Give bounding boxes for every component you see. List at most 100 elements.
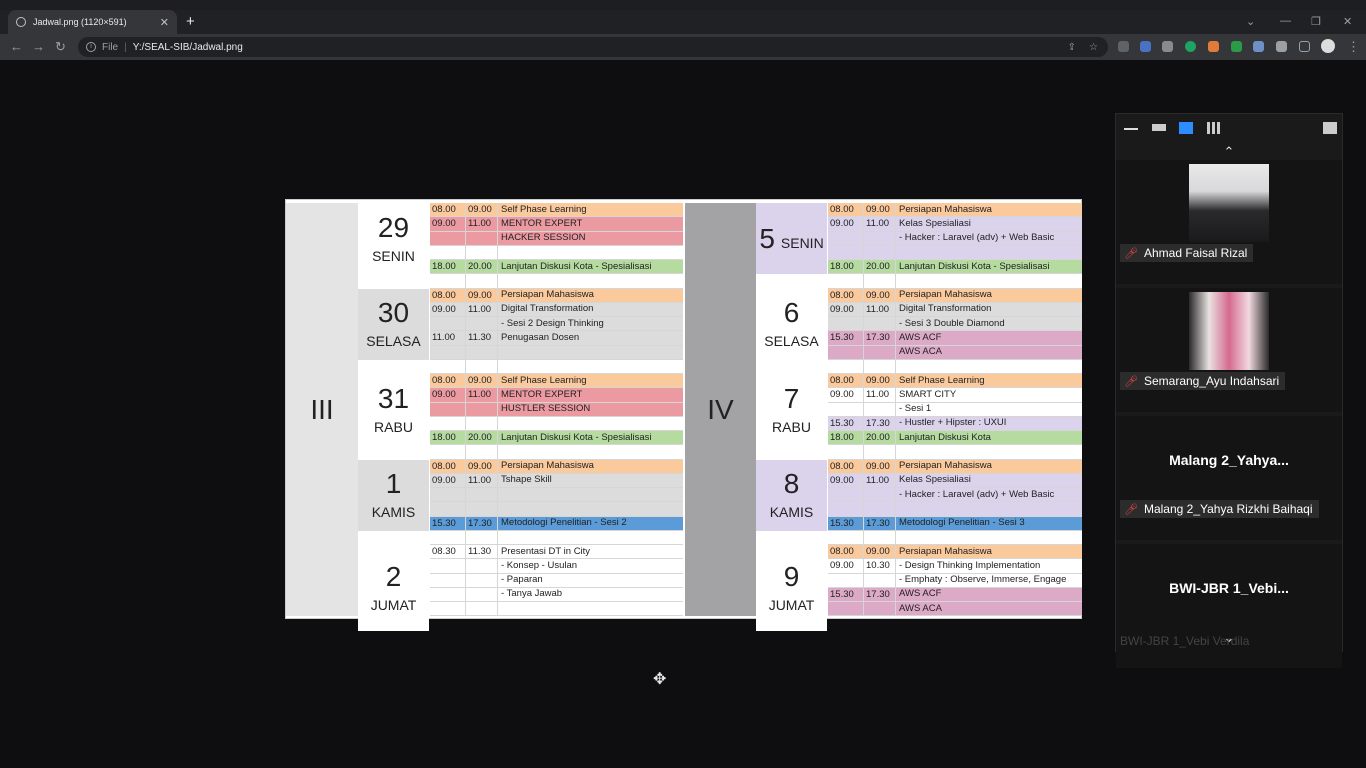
end-time [466,602,498,616]
start-time [828,231,864,245]
share-icon[interactable]: ⇪ [1068,42,1076,53]
schedule-image: III IV 29 SENIN 30 SELASA 31 RABU 1 KAMIS 2 JUMAT… [285,199,1082,631]
schedule-row: 08.00 09.00 Persiapan Mahasiswa [828,203,1082,218]
activity: AWS ACA [899,602,942,614]
forward-button[interactable]: → [32,39,45,54]
info-icon[interactable]: i [86,42,96,52]
schedule-row: 09.00 11.00 Tshape Skill [430,473,683,489]
activity: - Hacker : Laravel (adv) + Web Basic [899,232,1055,244]
extension-green-icon[interactable] [1231,41,1242,52]
extension-orange-icon[interactable] [1208,41,1219,52]
end-time [466,559,498,573]
participant-tile[interactable]: BWI-JBR 1_Vebi... [1116,544,1342,668]
end-time [864,231,896,245]
start-time [430,445,466,459]
tab-strip: Jadwal.png (1120×591) ✕ + ⌄ — ❐ ✕ [0,10,1366,34]
participant-tile[interactable]: 🎤︎ Ahmad Faisal Rizal [1116,160,1342,284]
day-iv-selasa: 6 SELASA [756,288,827,360]
day-number: 8 [783,468,800,500]
start-time: 08.00 [828,374,864,388]
new-tab-button[interactable]: + [186,13,195,30]
end-time: 09.00 [864,545,896,559]
close-tab-icon[interactable]: ✕ [160,16,169,29]
extension-translate-icon[interactable] [1140,41,1151,52]
activity: AWS ACA [899,346,942,358]
end-time: 11.00 [864,473,896,488]
start-time: 08.00 [430,288,466,302]
activity: Self Phase Learning [501,374,587,386]
end-time: 11.30 [466,331,498,345]
tab-search-icon[interactable]: ⌄ [1246,15,1255,28]
participant-label: 🎤︎ Malang 2_Yahya Rizkhi Baihaqi [1120,500,1319,518]
start-time: 09.00 [430,217,466,231]
start-time [430,402,466,416]
menu-kebab-icon[interactable]: ⋮ [1347,39,1360,55]
reload-button[interactable]: ↻ [55,39,66,55]
start-time [828,530,864,545]
schedule-row: - Konsep - Usulan [430,559,683,574]
activity: MENTOR EXPERT [501,217,583,229]
end-time [466,245,498,260]
schedule-row: - Sesi 1 [828,402,1082,417]
activity: Digital Transformation [899,303,992,315]
day-number: 7 [783,382,800,414]
restore-button[interactable]: ❐ [1311,15,1321,28]
extension-camera-icon[interactable] [1162,41,1173,52]
minimize-button[interactable]: — [1280,15,1291,27]
day-iii-selasa: 30 SELASA [358,288,429,360]
day-number: 30 [377,297,410,329]
start-time [430,274,466,288]
extension-pen-icon[interactable] [1118,41,1129,52]
participant-name-large: Malang 2_Yahya... [1169,452,1289,468]
end-time [466,274,498,288]
gallery-view-icon[interactable] [1207,122,1221,134]
speaker-view-icon[interactable] [1179,122,1193,134]
side-panel-icon[interactable] [1299,41,1310,52]
schedule-row [828,245,1082,261]
tab-jadwal[interactable]: Jadwal.png (1120×591) ✕ [8,10,177,34]
end-time [466,345,498,359]
bookmark-star-icon[interactable]: ☆ [1089,42,1098,53]
activity: Lanjutan Diskusi Kota - Spesialisasi [501,431,652,443]
schedule-row [430,345,683,360]
close-window-button[interactable]: ✕ [1343,15,1352,28]
extension-grammarly-icon[interactable] [1185,41,1196,52]
activity: Persiapan Mahasiswa [501,289,594,301]
day-number: 9 [783,560,800,592]
day-name: SELASA [764,333,819,350]
schedule-row: 18.00 20.00 Lanjutan Diskusi Kota - Spesia… [430,431,683,446]
start-time [430,573,466,587]
profile-avatar[interactable] [1321,39,1335,53]
hide-view-icon[interactable] [1152,124,1166,131]
start-time: 18.00 [430,431,466,445]
participant-tile[interactable]: Malang 2_Yahya... 🎤︎ Malang 2_Yahya Rizkhi… [1116,416,1342,540]
muted-mic-icon: 🎤︎ [1124,503,1138,516]
extension-blue-icon[interactable] [1253,41,1264,52]
participant-panel: ⌃ 🎤︎ Ahmad Faisal Rizal 🎤︎ Semarang_Ayu Ind… [1115,113,1343,668]
start-time [430,488,466,502]
start-time: 18.00 [828,431,864,445]
participant-tile[interactable]: 🎤︎ Semarang_Ayu Indahsari [1116,288,1342,412]
back-button[interactable]: ← [10,39,23,54]
end-time [864,317,896,331]
start-time: 08.00 [430,459,466,473]
activity: Kelas Spesialiasi [899,217,971,229]
end-time [466,359,498,374]
address-text: Y:/SEAL-SIB/Jadwal.png [132,41,243,53]
window-top-bar [0,0,1366,10]
day-iii-kamis: 1 KAMIS [358,459,429,531]
week-label-right: IV [685,203,756,616]
extensions-puzzle-icon[interactable] [1276,41,1287,52]
minimize-view-icon[interactable] [1124,128,1138,130]
end-time [864,488,896,502]
schedule-row: 08.00 09.00 Persiapan Mahasiswa [828,459,1082,474]
end-time: 11.00 [864,302,896,317]
activity: Self Phase Learning [501,203,587,215]
address-bar[interactable]: i File | Y:/SEAL-SIB/Jadwal.png ⇪ ☆ [78,37,1108,57]
start-time: 11.00 [430,331,466,345]
end-time [466,573,498,587]
exit-panel-icon[interactable] [1323,122,1337,134]
schedule-row: AWS ACA [828,345,1082,360]
day-iii-jumat: 2 JUMAT [358,545,429,631]
scroll-up-icon[interactable]: ⌃ [1116,144,1342,160]
